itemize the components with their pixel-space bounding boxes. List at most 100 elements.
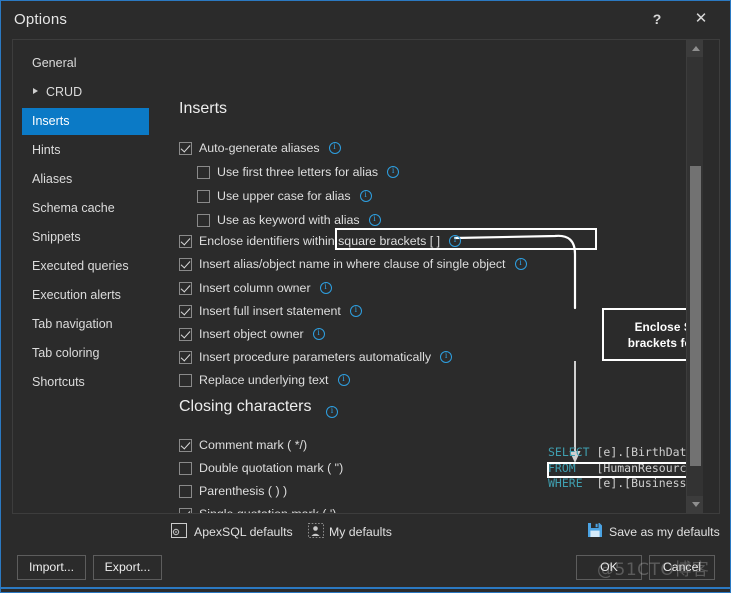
closing-characters-info-icon[interactable] bbox=[326, 405, 338, 418]
sidebar-item-label: Tab navigation bbox=[32, 317, 113, 331]
checkbox-unchecked[interactable] bbox=[179, 373, 192, 387]
sidebar-item-label: Schema cache bbox=[32, 201, 115, 215]
vertical-scrollbar[interactable] bbox=[686, 40, 703, 513]
info-icon[interactable] bbox=[514, 257, 527, 270]
sidebar-item-label: Snippets bbox=[32, 230, 81, 244]
info-icon[interactable] bbox=[387, 165, 400, 178]
sidebar-item-tab-navigation[interactable]: Tab navigation bbox=[22, 311, 149, 338]
cancel-button[interactable]: Cancel bbox=[649, 555, 715, 580]
closing-characters-heading: Closing characters bbox=[179, 398, 312, 416]
sidebar-item-label: Executed queries bbox=[32, 259, 129, 273]
scroll-down-arrow-icon[interactable] bbox=[687, 496, 703, 513]
option-row[interactable]: Insert full insert statement bbox=[179, 301, 362, 321]
sql-keyword: WHERE bbox=[548, 476, 583, 490]
sidebar-item-aliases[interactable]: Aliases bbox=[22, 166, 149, 193]
option-label: Enclose identifiers within square bracke… bbox=[199, 234, 441, 248]
info-icon[interactable] bbox=[337, 373, 350, 386]
sidebar-item-schema-cache[interactable]: Schema cache bbox=[22, 195, 149, 222]
checkbox-checked[interactable] bbox=[179, 507, 192, 513]
option-label: Replace underlying text bbox=[199, 373, 329, 387]
sql-keyword: SELECT bbox=[548, 445, 590, 459]
ok-button[interactable]: OK bbox=[576, 555, 642, 580]
option-label: Auto-generate aliases bbox=[199, 141, 320, 155]
closing-heading-label: Closing characters bbox=[179, 398, 312, 415]
checkbox-checked[interactable] bbox=[179, 304, 192, 318]
info-icon[interactable] bbox=[368, 213, 381, 226]
title-bar: Options ? ✕ bbox=[1, 1, 730, 39]
option-label: Parenthesis ( ) ) bbox=[199, 484, 288, 498]
sidebar-item-tab-coloring[interactable]: Tab coloring bbox=[22, 340, 149, 367]
sidebar-item-label: General bbox=[32, 56, 77, 70]
checkbox-unchecked[interactable] bbox=[197, 189, 210, 203]
checkbox-unchecked[interactable] bbox=[179, 484, 192, 498]
sidebar-item-snippets[interactable]: Snippets bbox=[22, 224, 149, 251]
sidebar: General CRUD Inserts Hints Aliases Schema cac… bbox=[13, 40, 155, 513]
checkbox-unchecked[interactable] bbox=[197, 165, 210, 179]
save-as-my-defaults-link[interactable]: Save as my defaults bbox=[609, 525, 720, 539]
option-row[interactable]: Enclose identifiers within square bracke… bbox=[179, 231, 462, 251]
option-row[interactable]: Single quotation mark ( ') bbox=[179, 504, 336, 513]
option-label: Insert procedure parameters automaticall… bbox=[199, 350, 432, 364]
option-row[interactable]: Use as keyword with alias bbox=[197, 210, 381, 230]
sql-keyword: FROM bbox=[548, 460, 576, 475]
close-icon[interactable]: ✕ bbox=[688, 7, 714, 31]
inserts-section-heading: Inserts bbox=[179, 100, 228, 117]
info-icon[interactable] bbox=[312, 327, 325, 340]
sidebar-item-inserts[interactable]: Inserts bbox=[22, 108, 149, 135]
option-row[interactable]: Insert object owner bbox=[179, 324, 325, 344]
info-icon[interactable] bbox=[328, 141, 341, 154]
export-button[interactable]: Export... bbox=[93, 555, 162, 580]
option-row[interactable]: Use first three letters for alias bbox=[197, 162, 400, 182]
info-icon[interactable] bbox=[319, 281, 332, 294]
apexsql-defaults-link[interactable]: ApexSQL defaults bbox=[194, 525, 293, 539]
option-label: Single quotation mark ( ') bbox=[199, 507, 336, 513]
expand-arrow-icon[interactable] bbox=[33, 88, 38, 94]
option-row[interactable]: Insert column owner bbox=[179, 278, 332, 298]
sidebar-item-crud[interactable]: CRUD bbox=[22, 79, 149, 106]
option-row[interactable]: Insert procedure parameters automaticall… bbox=[179, 347, 453, 367]
scroll-up-arrow-icon[interactable] bbox=[687, 40, 703, 57]
sql-line: WHERE [e].[BusinessEntityID] > 50 bbox=[548, 476, 703, 492]
option-row[interactable]: Parenthesis ( ) ) bbox=[179, 481, 287, 501]
checkbox-checked[interactable] bbox=[179, 438, 192, 452]
sql-text: [e].[BusinessEntityID] > 50 bbox=[596, 476, 703, 490]
checkbox-unchecked[interactable] bbox=[179, 461, 192, 475]
option-row[interactable]: Auto-generate aliases bbox=[179, 138, 341, 158]
checkbox-checked[interactable] bbox=[179, 350, 192, 364]
info-icon[interactable] bbox=[349, 304, 362, 317]
option-label: Use first three letters for alias bbox=[217, 165, 379, 179]
sidebar-item-shortcuts[interactable]: Shortcuts bbox=[22, 369, 149, 396]
my-defaults-link[interactable]: My defaults bbox=[329, 525, 392, 539]
info-icon[interactable] bbox=[359, 189, 372, 202]
sql-line: FROM [HumanResources].[Employee] e bbox=[548, 461, 703, 477]
option-label: Comment mark ( */) bbox=[199, 438, 308, 452]
option-row[interactable]: Comment mark ( */) bbox=[179, 435, 307, 455]
apexsql-defaults-icon[interactable] bbox=[171, 523, 187, 544]
sidebar-item-executed-queries[interactable]: Executed queries bbox=[22, 253, 149, 280]
sidebar-item-execution-alerts[interactable]: Execution alerts bbox=[22, 282, 149, 309]
checkbox-checked[interactable] bbox=[179, 234, 192, 248]
option-row[interactable]: Replace underlying text bbox=[179, 370, 350, 390]
main-panel: Inserts Closing characters Auto-generate… bbox=[155, 40, 703, 513]
sql-text: [HumanResources].[Employee] e bbox=[596, 460, 703, 475]
checkbox-unchecked[interactable] bbox=[197, 213, 210, 227]
checkbox-checked[interactable] bbox=[179, 257, 192, 271]
option-row[interactable]: Insert alias/object name in where clause… bbox=[179, 254, 527, 274]
checkbox-checked[interactable] bbox=[179, 327, 192, 341]
checkbox-checked[interactable] bbox=[179, 281, 192, 295]
sidebar-item-general[interactable]: General bbox=[22, 50, 149, 77]
sidebar-item-label: Tab coloring bbox=[32, 346, 100, 360]
info-icon[interactable] bbox=[449, 234, 462, 247]
option-row[interactable]: Use upper case for alias bbox=[197, 186, 372, 206]
save-disk-icon[interactable] bbox=[587, 522, 603, 543]
scrollbar-thumb[interactable] bbox=[690, 166, 701, 466]
my-defaults-icon[interactable] bbox=[308, 523, 324, 544]
info-icon[interactable] bbox=[440, 350, 453, 363]
import-button[interactable]: Import... bbox=[17, 555, 86, 580]
sidebar-item-label: Inserts bbox=[32, 114, 70, 128]
help-icon[interactable]: ? bbox=[644, 7, 670, 31]
sidebar-item-hints[interactable]: Hints bbox=[22, 137, 149, 164]
option-label: Use upper case for alias bbox=[217, 189, 351, 203]
option-row[interactable]: Double quotation mark ( ") bbox=[179, 458, 343, 478]
checkbox-checked[interactable] bbox=[179, 141, 192, 155]
